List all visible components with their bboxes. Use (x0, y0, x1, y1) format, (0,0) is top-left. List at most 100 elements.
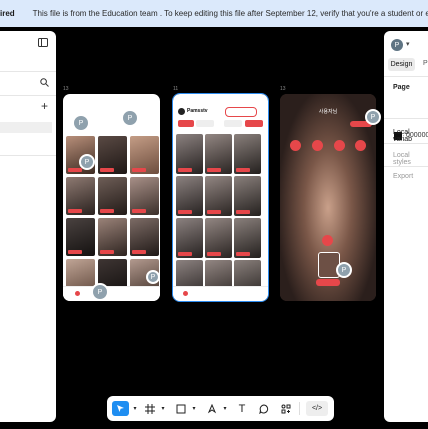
photo-tag (132, 168, 146, 172)
photo-tag (236, 210, 250, 214)
comment-tool-button[interactable] (257, 401, 271, 416)
photo-tile[interactable] (205, 218, 232, 258)
actions-tool-button[interactable] (279, 401, 293, 416)
call-title: 사용자님 (318, 109, 338, 115)
video-icon[interactable] (290, 140, 301, 151)
avatar[interactable]: P (391, 39, 403, 51)
divider (384, 166, 428, 167)
phone-frame-3[interactable]: 사용자님 (280, 94, 376, 301)
collaborator-cursor: P (365, 109, 381, 125)
home-icon[interactable] (75, 291, 80, 296)
rectangle-icon (176, 404, 186, 413)
comment-icon (259, 403, 269, 414)
tab-design[interactable]: Design (388, 58, 415, 71)
collaborator-cursor: P (336, 262, 352, 278)
chevron-down-icon[interactable]: ▾ (131, 401, 139, 416)
gift-icon[interactable] (334, 140, 345, 151)
divider (384, 76, 428, 77)
photo-tag (68, 209, 82, 213)
photo-tile[interactable] (66, 218, 95, 256)
photo-tag (100, 250, 114, 254)
local-styles-label: Local styles (393, 152, 411, 166)
divider (0, 71, 56, 72)
chat-icon[interactable] (355, 140, 366, 151)
frame-tool-button[interactable] (143, 401, 157, 416)
collaborator-cursor: P (91, 283, 109, 301)
phone-icon[interactable] (312, 140, 323, 151)
sidebar-toggle-icon[interactable] (38, 38, 48, 50)
photo-tag (100, 209, 114, 213)
collaborator-cursor: P (146, 270, 160, 284)
page-section-label: Page (393, 84, 410, 91)
frame-icon (145, 403, 155, 414)
photo-tile[interactable] (176, 176, 203, 216)
actions-icon (281, 404, 291, 413)
filter-chip[interactable] (224, 120, 242, 127)
pen-tool-button[interactable] (205, 401, 219, 416)
selected-page-row[interactable] (0, 122, 52, 133)
photo-tile[interactable] (176, 134, 203, 174)
text-tool-button[interactable]: T (235, 401, 249, 416)
search-icon[interactable] (40, 78, 49, 90)
chevron-down-icon[interactable]: ▾ (159, 401, 167, 416)
photo-tag (207, 252, 221, 256)
filter-chip[interactable] (178, 120, 194, 127)
photo-tile[interactable] (130, 136, 159, 174)
frame-label[interactable]: 11 (173, 86, 178, 92)
photo-tile[interactable] (98, 177, 127, 215)
record-icon[interactable] (322, 235, 333, 246)
photo-tag (68, 168, 82, 172)
phone-frame-2[interactable]: Pamsstv (172, 93, 269, 302)
toolbar-divider (299, 402, 300, 415)
move-cursor-icon (117, 405, 124, 412)
filter-chip[interactable] (196, 120, 214, 127)
bottom-toolbar: ▾ ▾ ▾ ▾ T </> (107, 396, 334, 421)
photo-tag (178, 168, 192, 172)
local-variables-label[interactable]: Local variab (393, 129, 428, 143)
banner-status: ired (0, 9, 15, 18)
photo-tile[interactable] (66, 177, 95, 215)
banner-message: This file is from the Education team . T… (32, 9, 428, 18)
photo-tile[interactable] (234, 134, 261, 174)
photo-tile[interactable] (130, 177, 159, 215)
frame-label[interactable]: 13 (280, 86, 286, 92)
divider (0, 155, 56, 156)
chevron-down-icon[interactable]: ▾ (190, 401, 198, 416)
divider (384, 118, 428, 119)
bottom-nav (63, 286, 160, 301)
export-label[interactable]: Export (393, 173, 413, 180)
bottom-nav (173, 286, 268, 301)
pen-icon (207, 403, 217, 413)
photo-tile[interactable] (205, 134, 232, 174)
photo-tile[interactable] (176, 218, 203, 258)
photo-tile[interactable] (130, 218, 159, 256)
photo-tile[interactable] (234, 218, 261, 258)
app-logo (178, 108, 185, 115)
collaborator-cursor: P (79, 154, 95, 170)
photo-tile[interactable] (98, 136, 127, 174)
filter-chip[interactable] (245, 120, 263, 127)
header-pill[interactable] (225, 107, 257, 117)
photo-tag (236, 168, 250, 172)
dev-mode-toggle[interactable]: </> (306, 401, 328, 416)
photo-tag (132, 250, 146, 254)
photo-grid (176, 134, 261, 300)
chevron-down-icon[interactable]: ▾ (406, 40, 410, 48)
photo-tile[interactable] (98, 218, 127, 256)
photo-tile[interactable] (205, 176, 232, 216)
photo-tag (100, 168, 114, 172)
chevron-down-icon[interactable]: ▾ (221, 401, 229, 416)
photo-tag (68, 250, 82, 254)
shape-tool-button[interactable] (174, 401, 188, 416)
move-tool-button[interactable] (112, 401, 129, 416)
collaborator-cursor: P (121, 109, 139, 127)
collaborator-cursor: P (72, 114, 90, 132)
end-call-button[interactable] (316, 279, 340, 286)
left-panel: + (0, 31, 56, 422)
right-panel: P ▾ Design P Page 000000 Local variab Lo… (384, 31, 428, 422)
home-icon[interactable] (183, 291, 188, 296)
photo-tile[interactable] (234, 176, 261, 216)
tab-prototype[interactable]: P (423, 60, 428, 67)
frame-label[interactable]: 13 (63, 86, 69, 92)
add-page-icon[interactable]: + (41, 99, 48, 113)
